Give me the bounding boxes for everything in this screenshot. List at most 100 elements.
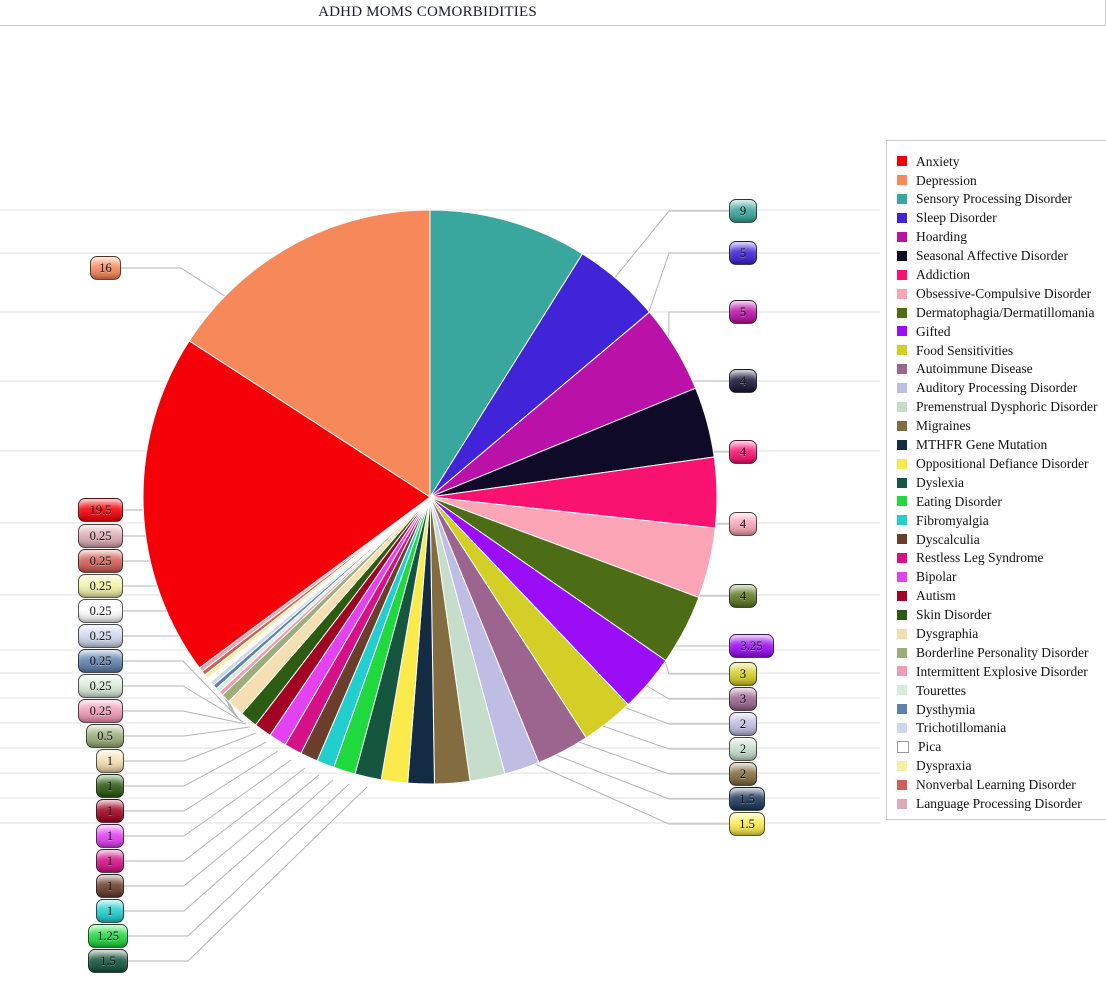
data-label-chip[interactable]: 1 [96, 749, 124, 773]
legend-item[interactable]: Autoimmune Disease [887, 360, 1106, 379]
data-label-chip[interactable]: 3 [729, 662, 757, 686]
legend-item[interactable]: Gifted [887, 322, 1106, 341]
legend-item-label: Tourettes [916, 682, 967, 698]
legend-item[interactable]: Tourettes [887, 681, 1106, 700]
data-label-chip[interactable]: 1.5 [729, 787, 765, 811]
data-label-chip[interactable]: 3.25 [729, 634, 774, 658]
data-label-chip[interactable]: 1 [96, 849, 124, 873]
legend-item[interactable]: Sensory Processing Disorder [887, 190, 1106, 209]
data-label-chip[interactable]: 19.5 [78, 498, 123, 522]
legend-item[interactable]: MTHFR Gene Mutation [887, 435, 1106, 454]
legend-item[interactable]: Seasonal Affective Disorder [887, 246, 1106, 265]
data-label-chip[interactable]: 0.25 [78, 599, 123, 623]
legend-item[interactable]: Bipolar [887, 568, 1106, 587]
legend-item[interactable]: Addiction [887, 265, 1106, 284]
legend-item[interactable]: Dyslexia [887, 473, 1106, 492]
legend-item[interactable]: Dyspraxia [887, 757, 1106, 776]
legend-item[interactable]: Borderline Personality Disorder [887, 643, 1106, 662]
legend-swatch-icon [897, 307, 907, 318]
legend-item-label: Sleep Disorder [916, 210, 997, 226]
legend-item[interactable]: Obsessive-Compulsive Disorder [887, 284, 1106, 303]
legend-swatch-icon [897, 232, 907, 242]
legend-item[interactable]: Dysthymia [887, 700, 1106, 719]
data-label-chip[interactable]: 3 [729, 687, 757, 711]
legend-item[interactable]: Intermittent Explosive Disorder [887, 662, 1106, 681]
legend-item[interactable]: Nonverbal Learning Disorder [887, 775, 1106, 794]
data-label-chip[interactable]: 0.25 [78, 549, 123, 573]
data-label-chip[interactable]: 4 [729, 584, 757, 608]
legend-item[interactable]: Sleep Disorder [887, 209, 1106, 228]
data-label-value: 1 [106, 753, 114, 768]
legend-item[interactable]: Hoarding [887, 228, 1106, 247]
legend-item[interactable]: Depression [887, 171, 1106, 190]
leader-line [124, 779, 334, 912]
legend-item[interactable]: Anxiety [887, 152, 1106, 171]
data-label-chip[interactable]: 1 [96, 824, 124, 848]
legend-item[interactable]: Autism [887, 586, 1106, 605]
legend-item[interactable]: Restless Leg Syndrome [887, 549, 1106, 568]
legend-item-label: Migraines [916, 418, 971, 434]
data-label-value: 5 [739, 245, 747, 260]
data-label-value: 4 [739, 444, 747, 459]
data-label-chip[interactable]: 1.5 [88, 949, 128, 973]
data-label-chip[interactable]: 2 [729, 737, 757, 761]
data-label-value: 3 [739, 666, 747, 681]
legend-item-label: Pica [918, 739, 942, 755]
data-label-value: 1.25 [97, 928, 119, 943]
legend-item[interactable]: Pica [887, 738, 1106, 757]
data-label-chip[interactable]: 4 [729, 512, 757, 536]
data-label-value: 16 [99, 260, 112, 275]
legend-swatch-icon [897, 496, 907, 507]
leader-line [611, 210, 729, 282]
data-label-chip[interactable]: 0.5 [86, 724, 124, 748]
data-label-chip[interactable]: 1 [96, 899, 124, 923]
legend-item[interactable]: Skin Disorder [887, 605, 1106, 624]
data-label-chip[interactable]: 0.25 [78, 674, 123, 698]
legend-item[interactable]: Dyscalculia [887, 530, 1106, 549]
legend-swatch-icon [897, 628, 907, 639]
legend-item[interactable]: Dysgraphia [887, 624, 1106, 643]
data-label-chip[interactable]: 16 [90, 256, 121, 280]
legend-item-label: Borderline Personality Disorder [916, 644, 1089, 660]
legend-item-label: Premenstrual Dysphoric Disorder [916, 399, 1098, 415]
legend-swatch-icon [897, 326, 907, 337]
data-label-chip[interactable]: 0.25 [78, 624, 123, 648]
legend-item-label: Dyscalculia [916, 531, 980, 547]
data-label-value: 2 [739, 716, 747, 731]
leader-line [124, 774, 320, 887]
legend-item-label: Obsessive-Compulsive Disorder [916, 285, 1092, 301]
data-label-chip[interactable]: 1 [96, 799, 124, 823]
data-label-chip[interactable]: 9 [729, 199, 757, 223]
legend-item[interactable]: Trichotillomania [887, 719, 1106, 738]
data-label-chip[interactable]: 1 [96, 874, 124, 898]
data-label-chip[interactable]: 0.25 [78, 699, 123, 723]
legend-swatch-icon [897, 609, 907, 620]
data-label-chip[interactable]: 1.25 [88, 924, 128, 948]
legend-item[interactable]: Fibromyalgia [887, 511, 1106, 530]
data-label-chip[interactable]: 1 [96, 774, 124, 798]
legend-item[interactable]: Language Processing Disorder [887, 794, 1106, 813]
data-label-chip[interactable]: 5 [729, 300, 757, 324]
data-label-chip[interactable]: 0.25 [78, 649, 123, 673]
legend-item-label: Restless Leg Syndrome [916, 550, 1044, 566]
legend-item[interactable]: Food Sensitivities [887, 341, 1106, 360]
legend-item-label: Dysgraphia [916, 625, 979, 641]
data-label-chip[interactable]: 1.5 [729, 812, 765, 836]
data-label-value: 19.5 [89, 502, 112, 517]
legend-swatch-icon [897, 250, 907, 261]
data-label-chip[interactable]: 4 [729, 369, 757, 393]
legend-item[interactable]: Migraines [887, 416, 1106, 435]
data-label-chip[interactable]: 2 [729, 762, 757, 786]
legend-item[interactable]: Oppositional Defiance Disorder [887, 454, 1106, 473]
legend-item[interactable]: Premenstrual Dysphoric Disorder [887, 398, 1106, 417]
legend-item[interactable]: Auditory Processing Disorder [887, 379, 1106, 398]
legend-item[interactable]: Eating Disorder [887, 492, 1106, 511]
data-label-chip[interactable]: 0.25 [78, 524, 123, 548]
data-label-chip[interactable]: 0.25 [78, 574, 123, 598]
legend-item[interactable]: Dermatophagia/Dermatillomania [887, 303, 1106, 322]
data-label-chip[interactable]: 4 [729, 440, 757, 464]
legend-swatch-icon [897, 269, 907, 280]
leader-line [561, 735, 729, 775]
data-label-chip[interactable]: 2 [729, 712, 757, 736]
data-label-chip[interactable]: 5 [729, 241, 757, 265]
